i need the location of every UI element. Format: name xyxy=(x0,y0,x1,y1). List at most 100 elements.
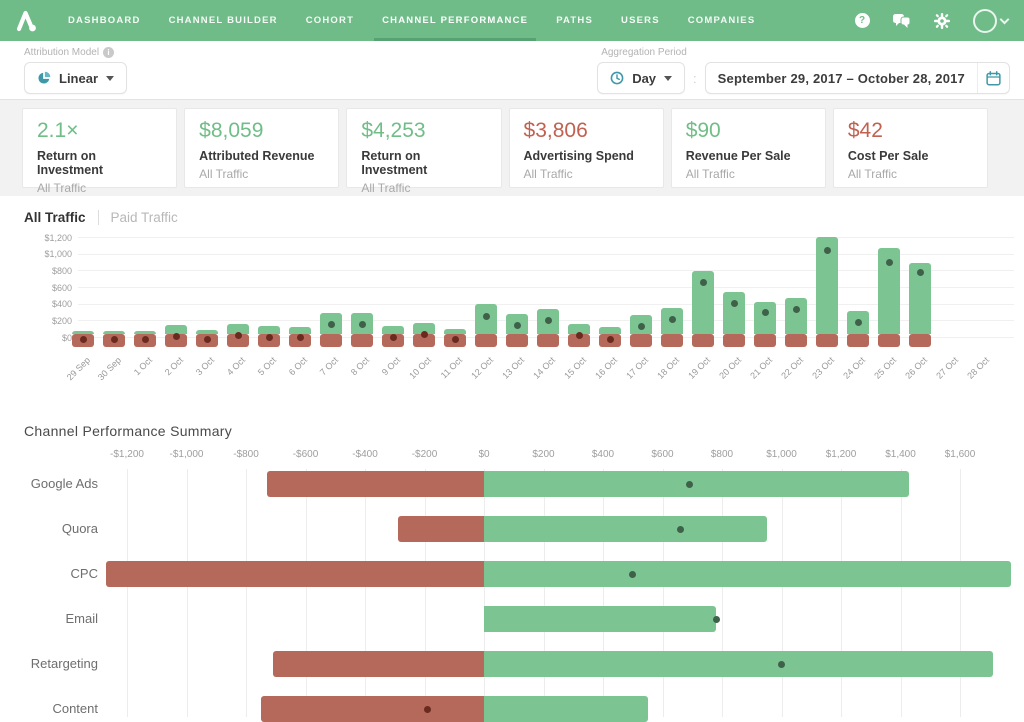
channel-net-profit-dot xyxy=(629,571,636,578)
kpi-card[interactable]: $4,253Return on InvestmentAll Traffic xyxy=(346,108,501,188)
channel-revenue-bar[interactable] xyxy=(484,516,767,542)
channel-spend-bar[interactable] xyxy=(106,561,484,587)
channel-label: CPC xyxy=(2,566,98,581)
spend-bar[interactable] xyxy=(537,334,559,347)
spend-bar[interactable] xyxy=(630,334,652,347)
channel-spend-bar[interactable] xyxy=(267,471,484,497)
channel-label: Email xyxy=(2,611,98,626)
channel-spend-bar[interactable] xyxy=(261,696,484,722)
revenue-bar[interactable] xyxy=(103,331,125,334)
net-profit-dot xyxy=(235,332,242,339)
revenue-bar[interactable] xyxy=(599,327,621,334)
user-account-menu[interactable] xyxy=(973,9,1008,33)
gridline xyxy=(78,304,1014,305)
net-profit-dot xyxy=(266,334,273,341)
y-axis-tick-label: $400 xyxy=(2,299,72,309)
nav-item-companies[interactable]: Companies xyxy=(674,0,770,41)
spend-bar[interactable] xyxy=(723,334,745,347)
revenue-bar[interactable] xyxy=(72,331,94,334)
revenue-bar[interactable] xyxy=(382,326,404,334)
kpi-sub-label: All Traffic xyxy=(524,167,649,181)
help-icon[interactable]: ? xyxy=(853,12,871,30)
spend-bar[interactable] xyxy=(475,334,497,347)
attribution-model-dropdown[interactable]: Linear xyxy=(24,62,127,94)
revenue-bar[interactable] xyxy=(785,298,807,334)
nav-item-users[interactable]: Users xyxy=(607,0,674,41)
spend-bar[interactable] xyxy=(847,334,869,347)
spend-bar[interactable] xyxy=(351,334,373,347)
revenue-bar[interactable] xyxy=(723,292,745,334)
kpi-value: 2.1× xyxy=(37,119,162,143)
channel-net-profit-dot xyxy=(686,481,693,488)
revenue-bar[interactable] xyxy=(754,302,776,335)
kpi-card[interactable]: $90Revenue Per SaleAll Traffic xyxy=(671,108,826,188)
settings-gear-icon[interactable] xyxy=(933,12,951,30)
spend-bar[interactable] xyxy=(320,334,342,347)
channel-spend-bar[interactable] xyxy=(273,651,484,677)
net-profit-dot xyxy=(731,300,738,307)
gridline xyxy=(78,287,1014,288)
aggregation-period-dropdown[interactable]: Day xyxy=(597,62,685,94)
spend-bar[interactable] xyxy=(878,334,900,347)
net-profit-dot xyxy=(545,317,552,324)
kpi-card[interactable]: $42Cost Per SaleAll Traffic xyxy=(833,108,988,188)
channel-revenue-bar[interactable] xyxy=(484,471,909,497)
channel-revenue-bar[interactable] xyxy=(484,696,648,722)
spend-bar[interactable] xyxy=(506,334,528,347)
revenue-bar[interactable] xyxy=(289,327,311,335)
nav-item-cohort[interactable]: Cohort xyxy=(292,0,368,41)
channel-revenue-bar[interactable] xyxy=(484,606,716,632)
channel-label: Retargeting xyxy=(2,656,98,671)
gridline xyxy=(663,469,664,717)
spend-bar[interactable] xyxy=(909,334,931,347)
channel-revenue-bar[interactable] xyxy=(484,651,993,677)
nav-item-channel-builder[interactable]: Channel Builder xyxy=(155,0,292,41)
spend-bar[interactable] xyxy=(661,334,683,347)
spend-bar[interactable] xyxy=(692,334,714,347)
revenue-bar[interactable] xyxy=(444,329,466,334)
net-profit-dot xyxy=(793,306,800,313)
net-profit-dot xyxy=(359,321,366,328)
spend-bar[interactable] xyxy=(785,334,807,347)
net-profit-dot xyxy=(421,331,428,338)
kpi-value: $3,806 xyxy=(524,119,649,143)
separator: : xyxy=(693,71,697,86)
app-logo-icon[interactable] xyxy=(12,7,40,35)
chat-icon[interactable] xyxy=(893,12,911,30)
tab-paid-traffic[interactable]: Paid Traffic xyxy=(111,210,178,225)
net-profit-dot xyxy=(297,334,304,341)
gridline xyxy=(246,469,247,717)
kpi-card[interactable]: $8,059Attributed RevenueAll Traffic xyxy=(184,108,339,188)
kpi-card[interactable]: $3,806 Advertising Spend All Traffic xyxy=(509,108,664,188)
gridline xyxy=(127,469,128,717)
kpi-label: Advertising Spend xyxy=(524,149,649,163)
gridline xyxy=(78,254,1014,255)
gridline xyxy=(901,469,902,717)
nav-item-paths[interactable]: Paths xyxy=(542,0,607,41)
kpi-card[interactable]: 2.1×Return on InvestmentAll Traffic xyxy=(22,108,177,188)
nav-item-dashboard[interactable]: Dashboard xyxy=(54,0,155,41)
spend-bar[interactable] xyxy=(816,334,838,347)
net-profit-dot xyxy=(824,247,831,254)
date-range-picker[interactable]: September 29, 2017 – October 28, 2017 xyxy=(705,62,1010,94)
channel-spend-bar[interactable] xyxy=(398,516,484,542)
tab-all-traffic[interactable]: All Traffic xyxy=(24,210,86,225)
summary-chart-title: Channel Performance Summary xyxy=(0,405,1024,439)
kpi-label: Cost Per Sale xyxy=(848,149,973,163)
channel-net-profit-dot xyxy=(713,616,720,623)
gridline xyxy=(425,469,426,717)
calendar-icon[interactable] xyxy=(977,63,1009,93)
nav-utilities: ? xyxy=(853,9,1014,33)
spend-bar[interactable] xyxy=(754,334,776,347)
revenue-bar[interactable] xyxy=(196,330,218,334)
revenue-bar[interactable] xyxy=(134,331,156,334)
kpi-value: $4,253 xyxy=(361,119,486,143)
info-icon[interactable]: i xyxy=(103,47,114,58)
channel-revenue-bar[interactable] xyxy=(484,561,1011,587)
net-profit-dot xyxy=(328,321,335,328)
nav-item-channel-performance[interactable]: Channel Performance xyxy=(368,0,542,41)
gridline xyxy=(78,237,1014,238)
channel-net-profit-dot xyxy=(424,706,431,713)
revenue-bar[interactable] xyxy=(258,326,280,334)
net-profit-dot xyxy=(111,336,118,343)
